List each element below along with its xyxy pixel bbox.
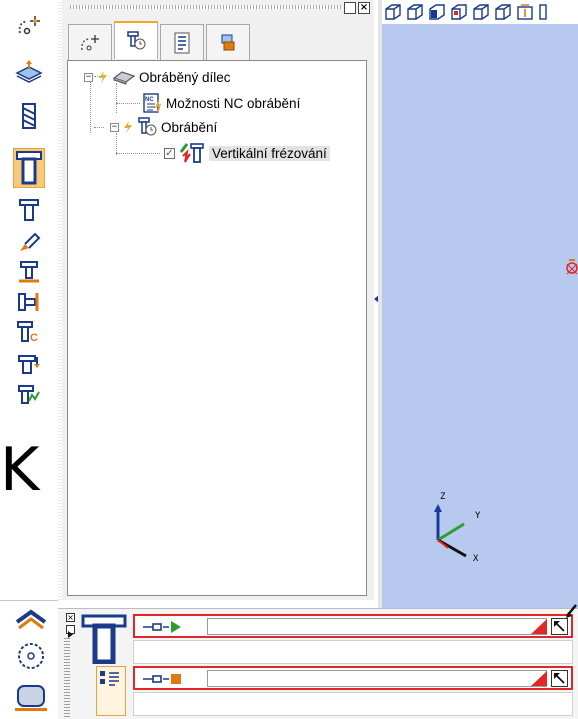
mill-arrow-icon[interactable] <box>14 350 44 378</box>
nc-mill-icon[interactable]: C <box>14 318 44 346</box>
rounded-rect-icon[interactable] <box>14 679 48 715</box>
more-view-icon[interactable] <box>538 3 556 21</box>
tab-stack[interactable] <box>206 24 250 60</box>
axis-x-label: X <box>473 554 479 564</box>
left-view-icon[interactable] <box>472 3 490 21</box>
tree-panel: × − Obráběný dílec NC Možnosti NC obrábě… <box>62 0 374 600</box>
tab-operations[interactable] <box>114 21 158 59</box>
panel-grip[interactable] <box>64 638 70 719</box>
tree-connector <box>116 153 160 154</box>
tree-connector <box>94 127 104 128</box>
machining-icon <box>138 117 157 136</box>
panel-header: × <box>62 0 374 22</box>
tree-label: Obrábění <box>161 119 218 135</box>
part-marker-icon <box>566 259 578 275</box>
stack-tab-icon <box>221 34 235 50</box>
overlay-glyph: K <box>0 435 40 505</box>
collapse-icon[interactable]: − <box>110 122 119 132</box>
left-bottom-toolbar <box>0 600 58 719</box>
operations-tree: − Obráběný dílec NC Možnosti NC obrábění… <box>67 60 367 596</box>
parameter-row[interactable] <box>133 692 573 716</box>
mouse-pointer-icon <box>566 604 577 618</box>
parameter-row[interactable] <box>133 640 573 664</box>
axis-y-label: Y <box>475 511 481 521</box>
tree-item-machining[interactable]: − Obrábění <box>110 117 217 137</box>
enabled-checkbox[interactable]: ✓ <box>164 147 175 159</box>
vertical-mill-tool-icon <box>80 612 130 665</box>
tree-label: Obráběný dílec <box>139 69 231 85</box>
right-view-icon[interactable] <box>494 3 512 21</box>
operation-list-icon <box>96 666 126 716</box>
stock-selection-row[interactable] <box>133 666 573 690</box>
tree-item-workpiece[interactable]: − Obráběný dílec <box>84 67 231 87</box>
document-tab-icon <box>174 32 190 53</box>
pick-arrow-icon[interactable] <box>551 618 568 635</box>
back-view-icon[interactable] <box>450 3 468 21</box>
tree-item-vertical-milling[interactable]: ✓ Vertikální frézování <box>164 143 330 163</box>
svg-text:NC: NC <box>145 97 154 103</box>
drill-icon[interactable] <box>14 102 44 130</box>
tree-connector <box>90 81 91 133</box>
stock-select-icon[interactable] <box>141 670 201 688</box>
tree-item-nc-options[interactable]: NC Možnosti NC obrábění <box>142 93 300 113</box>
tab-document[interactable] <box>160 24 204 60</box>
tree-label: Vertikální frézování <box>209 145 330 161</box>
point-cursor-icon[interactable] <box>14 12 44 40</box>
axis-z-label: Z <box>440 492 446 502</box>
close-icon[interactable]: × <box>66 613 75 622</box>
curve-select-icon[interactable] <box>141 618 201 636</box>
panel-tabs <box>68 21 250 60</box>
vertical-milling-icon <box>179 143 204 163</box>
tree-label: Možnosti NC obrábění <box>166 95 301 111</box>
3d-viewport[interactable]: Z Y X <box>382 24 578 608</box>
roof-icon[interactable] <box>14 603 48 637</box>
workpiece-icon <box>113 71 135 85</box>
view-toolbar <box>382 0 578 24</box>
expand-icon[interactable] <box>66 625 75 638</box>
lightning-icon <box>124 121 132 133</box>
axis-triad-icon <box>434 504 467 558</box>
tree-connector <box>116 103 140 104</box>
top-view-icon[interactable] <box>428 3 446 21</box>
svg-text:C: C <box>30 332 38 344</box>
contour-mill-icon[interactable] <box>14 258 44 286</box>
close-icon[interactable]: × <box>358 2 370 14</box>
warning-triangle-icon <box>531 619 547 634</box>
nc-options-icon: NC <box>143 93 162 113</box>
point-tab-icon <box>81 34 99 50</box>
front-view-icon[interactable] <box>406 3 424 21</box>
collapse-icon[interactable]: − <box>84 72 93 82</box>
operations-tab-icon <box>127 31 146 50</box>
panel-drag-handle[interactable] <box>70 5 342 9</box>
fit-view-icon[interactable] <box>516 3 534 21</box>
pencil-mill-icon[interactable] <box>14 228 44 256</box>
app-root: C K × − Obráběný dílec NC Možnosti NC ob… <box>0 0 578 719</box>
iso-view-icon[interactable] <box>384 3 402 21</box>
stock-layer-icon[interactable] <box>14 58 44 86</box>
warning-triangle-icon <box>531 671 547 686</box>
vertical-mill-small-icon[interactable] <box>14 196 44 224</box>
stock-input-field[interactable] <box>207 670 547 687</box>
left-toolbar: C K <box>0 0 58 600</box>
lightning-icon <box>99 71 107 83</box>
pick-arrow-icon[interactable] <box>551 670 568 687</box>
mill-chart-icon[interactable] <box>14 380 44 408</box>
curve-input-field[interactable] <box>207 618 547 635</box>
tree-connector <box>116 83 117 113</box>
side-mill-icon[interactable] <box>14 288 44 316</box>
restore-icon[interactable] <box>344 2 356 14</box>
curve-selection-row[interactable] <box>133 614 573 638</box>
saw-blade-icon[interactable] <box>14 639 48 673</box>
tab-point[interactable] <box>68 24 112 60</box>
vertical-mill-icon[interactable] <box>13 148 45 188</box>
